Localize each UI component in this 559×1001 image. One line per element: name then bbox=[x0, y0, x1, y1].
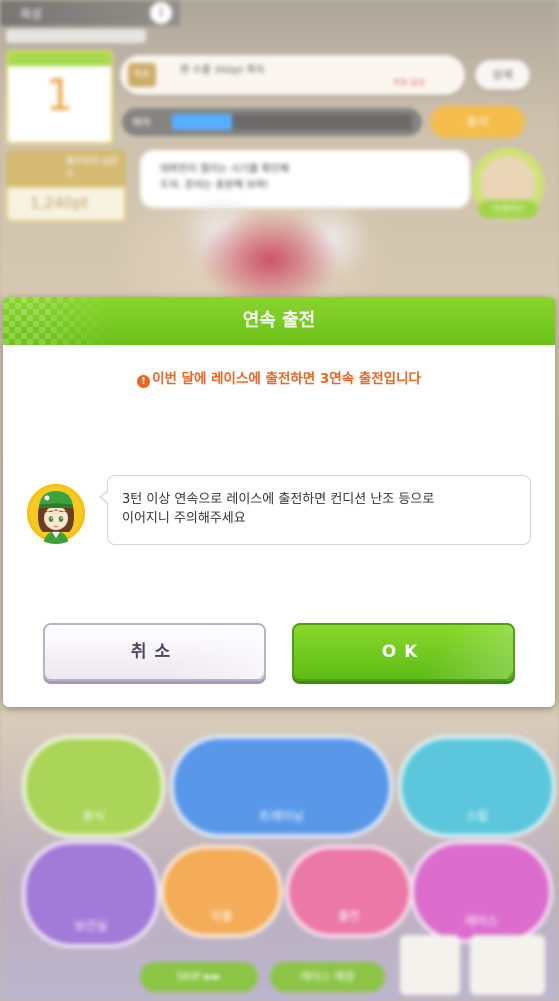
speech-tail bbox=[99, 490, 109, 504]
warning-text: 이번 달에 레이스에 출전하면 3연속 출전입니다 bbox=[152, 371, 421, 387]
advice-text: 3턴 이상 연속으로 레이스에 출전하면 컨디션 난조 등으로 이어지니 주의해… bbox=[122, 490, 520, 528]
dialog-title: 연속 출전 bbox=[242, 310, 316, 331]
ok-label: OK bbox=[381, 642, 426, 662]
character-avatar-icon bbox=[25, 482, 87, 544]
cancel-button[interactable]: 취소 bbox=[43, 623, 266, 681]
ok-button[interactable]: OK bbox=[292, 623, 515, 681]
warning-icon: ! bbox=[137, 375, 151, 388]
cancel-label: 취소 bbox=[130, 642, 179, 662]
advice-speech-bubble: 3턴 이상 연속으로 레이스에 출전하면 컨디션 난조 등으로 이어지니 주의해… bbox=[99, 475, 531, 545]
warning-message: ! 이번 달에 레이스에 출전하면 3연속 출전입니다 bbox=[3, 367, 555, 388]
dialog-header: 연속 출전 bbox=[3, 297, 555, 345]
consecutive-race-dialog: 연속 출전 ! 이번 달에 레이스에 출전하면 3연속 출전입니다 3턴 이상 … bbox=[3, 297, 555, 707]
advice-line1: 3턴 이상 연속으로 레이스에 출전하면 컨디션 난조 등으로 bbox=[122, 492, 435, 507]
advice-line2: 이어지니 주의해주세요 bbox=[122, 511, 246, 526]
